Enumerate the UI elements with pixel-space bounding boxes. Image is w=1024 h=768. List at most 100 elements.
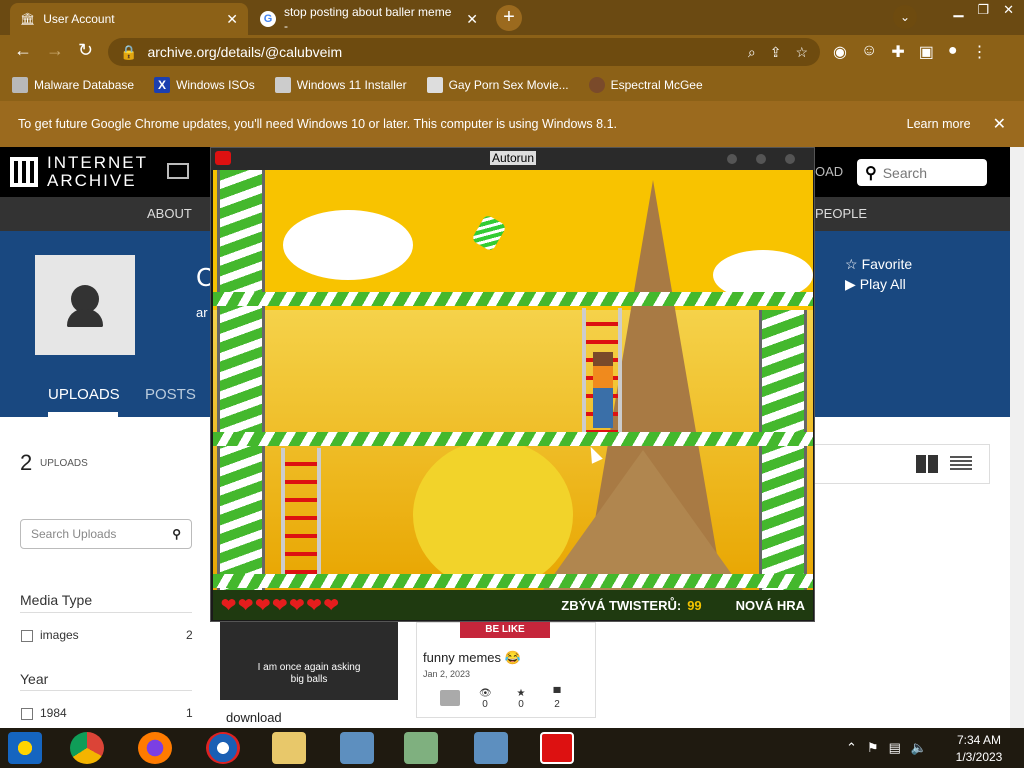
close-tab-icon[interactable]: ✕ (226, 11, 238, 28)
item-banner: BE LIKE (460, 622, 550, 638)
item-thumbnail[interactable]: I am once again asking big balls (220, 622, 398, 700)
facet-1984-checkbox[interactable] (21, 708, 33, 720)
zoom-icon[interactable]: ⌕ (748, 44, 756, 61)
firefox-icon[interactable] (138, 732, 172, 764)
page-scrollbar[interactable] (1010, 147, 1024, 728)
bookmark-malware-database[interactable]: Malware Database (12, 77, 134, 93)
extension-avatar-icon[interactable]: ☺ (861, 42, 877, 62)
bookmark-windows-isos[interactable]: X Windows ISOs (154, 77, 255, 93)
star-icon[interactable]: ☆ (795, 44, 808, 61)
users-icon[interactable] (404, 732, 438, 764)
maximize-icon[interactable]: ❐ (977, 2, 989, 18)
bookmark-windows11-installer[interactable]: Windows 11 Installer (274, 77, 407, 93)
computer-icon[interactable] (474, 732, 508, 764)
eye-icon: 👁 (479, 688, 492, 699)
platform (213, 574, 813, 588)
file-explorer-icon[interactable] (272, 732, 306, 764)
favorite-button[interactable]: ☆ Favorite (845, 256, 912, 273)
game-canvas[interactable]: ❤ ❤ ❤ ❤ ❤ ❤ ❤ ZBÝVÁ TWISTERŮ: 99 NOVÁ HRA (213, 170, 813, 620)
image-icon (274, 77, 291, 93)
facet-images-checkbox[interactable] (21, 630, 33, 642)
game-close-icon[interactable] (785, 154, 795, 164)
flag-icon[interactable]: ⚑ (867, 740, 879, 756)
bookmark-icon (12, 77, 28, 93)
close-window-icon[interactable]: ✕ (1003, 2, 1014, 18)
system-tray: ⌃ ⚑ ▤ 🔈 (846, 740, 927, 756)
reload-icon[interactable]: ↻ (78, 40, 93, 61)
bookmark-espectral[interactable]: Espectral McGee (588, 77, 703, 93)
nav-about[interactable]: ABOUT (147, 206, 192, 221)
game-window-title: Autorun (490, 151, 537, 165)
start-button-icon[interactable] (8, 732, 42, 764)
sun-blob (413, 440, 573, 590)
network-computer-icon[interactable] (340, 732, 374, 764)
archive-logo-icon[interactable] (10, 157, 38, 187)
heart-icon: ❤ (221, 594, 237, 615)
ia-search-input[interactable]: ⚲ Search (857, 159, 987, 186)
pillar-left (217, 170, 265, 590)
nav-people[interactable]: PEOPLE (815, 206, 867, 221)
obama-logo-icon[interactable] (206, 732, 240, 764)
sidepanel-icon[interactable]: ▣ (919, 42, 934, 62)
search-uploads-input[interactable]: Search Uploads ⚲ (20, 519, 192, 549)
divider (20, 612, 192, 613)
game-titlebar[interactable]: Autorun (211, 148, 814, 170)
tab-search-icon[interactable]: ⌄ (893, 5, 917, 29)
new-tab-button[interactable]: + (496, 5, 522, 31)
close-infobar-icon[interactable]: ✕ (993, 114, 1006, 134)
profile-icon[interactable]: ● (948, 42, 958, 62)
twister-icon (471, 214, 507, 252)
tile-view-icon[interactable] (916, 455, 938, 473)
chrome-icon[interactable] (70, 732, 104, 764)
web-icon[interactable] (167, 163, 189, 179)
share-icon[interactable]: ⇪ (770, 44, 782, 61)
game-maximize-icon[interactable] (756, 154, 766, 164)
bookmark-movie[interactable]: Gay Porn Sex Movie... (426, 77, 569, 93)
comment-icon: ▀ (553, 688, 561, 699)
new-game-button[interactable]: NOVÁ HRA (736, 598, 805, 613)
back-icon[interactable]: ← (14, 40, 32, 61)
forward-icon[interactable]: → (46, 40, 64, 61)
clock[interactable]: 7:34 AM 1/3/2023 (944, 732, 1014, 766)
extension-flag-icon[interactable]: ◉ (833, 42, 847, 62)
game-taskbar-icon[interactable] (540, 732, 574, 764)
chevron-up-icon[interactable]: ⌃ (846, 740, 857, 756)
heart-icon: ❤ (255, 594, 271, 615)
game-window[interactable]: Autorun ❤ ❤ ❤ ❤ ❤ ❤ ❤ ZBÝVÁ TWISTERŮ: 99 NOVÁ … (210, 147, 815, 622)
tab-meme[interactable]: G stop posting about baller meme - ✕ (250, 3, 488, 35)
close-tab-icon[interactable]: ✕ (466, 11, 478, 28)
learn-more-link[interactable]: Learn more (907, 117, 971, 131)
cloud (283, 210, 413, 280)
facet-images-label: images (40, 628, 79, 642)
facet-1984-label: 1984 (40, 706, 67, 720)
play-all-button[interactable]: ▶ Play All (845, 276, 906, 293)
minimize-icon[interactable]: ▁ (953, 2, 963, 18)
heart-icon: ❤ (323, 594, 339, 615)
views-stat: 👁 0 (479, 688, 492, 710)
archive-favicon-icon: 🏛 (20, 12, 36, 26)
archive-logo-text[interactable]: INTERNET ARCHIVE (47, 154, 148, 190)
tab-uploads[interactable]: UPLOADS (48, 386, 120, 403)
list-view-icon[interactable] (950, 456, 972, 472)
heart-icon: ❤ (238, 594, 254, 615)
hill (543, 450, 743, 590)
folder-icon (426, 77, 443, 93)
volume-icon[interactable]: 🔈 (911, 740, 927, 756)
game-minimize-icon[interactable] (727, 154, 737, 164)
play-icon: ▶ (845, 276, 856, 292)
puzzle-icon[interactable]: ✚ (891, 42, 904, 62)
image-type-icon (440, 690, 460, 706)
search-icon[interactable]: ⚲ (172, 527, 181, 541)
upload-link[interactable]: OAD (815, 164, 843, 179)
facet-year-title: Year (20, 671, 49, 687)
lock-icon: 🔒 (120, 43, 138, 60)
menu-icon[interactable]: ⋮ (972, 42, 988, 62)
facet-media-type-title: Media Type (20, 592, 93, 608)
address-bar[interactable]: 🔒 archive.org/details/@calubveim ⌕ ⇪ ☆ (108, 38, 820, 66)
tab-user-account[interactable]: 🏛 User Account ✕ (10, 3, 248, 35)
item-title[interactable]: download (226, 710, 282, 725)
tab-posts[interactable]: POSTS (145, 386, 196, 403)
favorites-stat: ★ 0 (516, 688, 526, 710)
item-title[interactable]: funny memes 😂 (423, 650, 521, 666)
network-icon[interactable]: ▤ (889, 740, 901, 756)
